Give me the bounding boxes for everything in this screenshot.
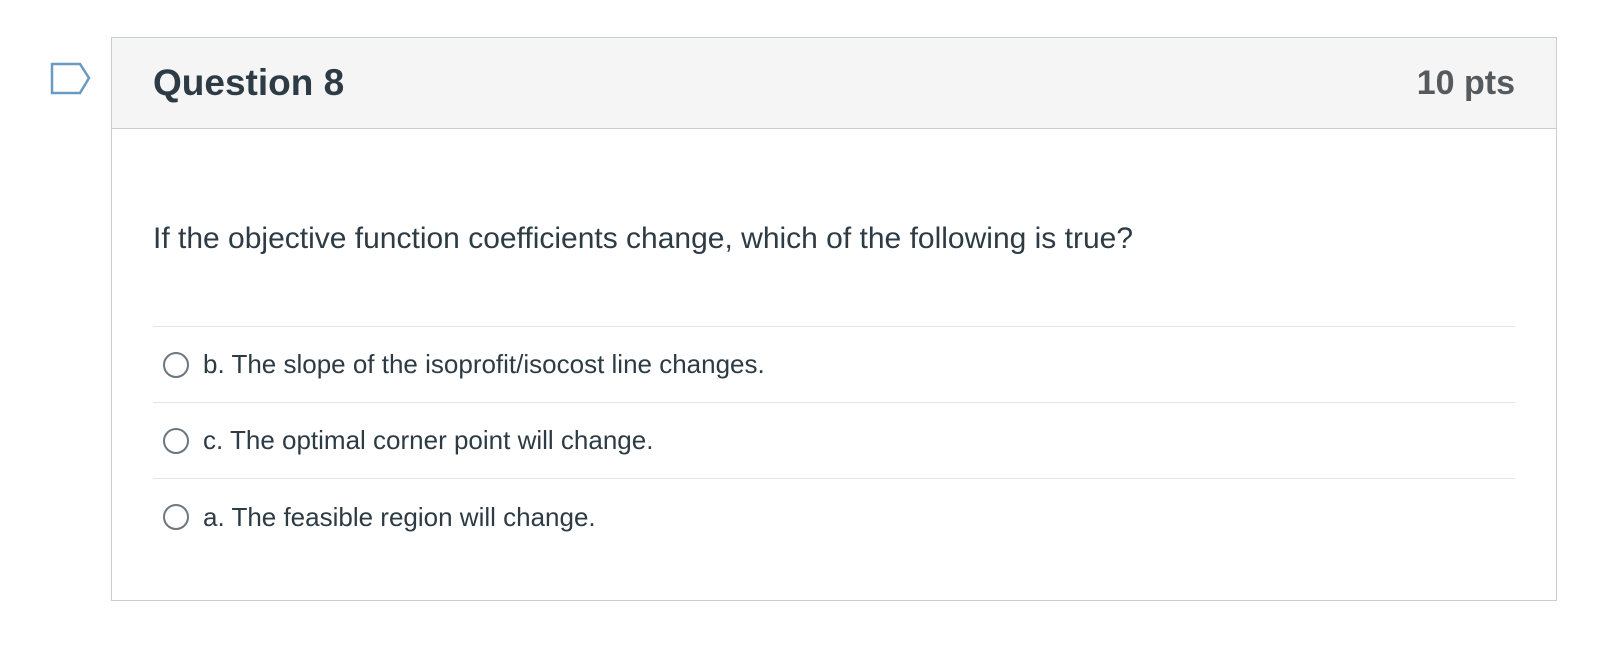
flag-question-icon[interactable]	[50, 62, 92, 96]
answer-label: a. The feasible region will change.	[203, 501, 596, 532]
answer-label: c. The optimal corner point will change.	[203, 425, 654, 455]
radio-button[interactable]	[163, 351, 189, 378]
radio-button[interactable]	[163, 427, 189, 454]
question-text: If the objective function coefficients c…	[153, 222, 1134, 255]
answer-option-a[interactable]: a. The feasible region will change.	[153, 479, 1515, 555]
quiz-page: Question 8 10 pts If the objective funct…	[0, 0, 1612, 646]
answer-label: b. The slope of the isoprofit/isocost li…	[203, 349, 765, 379]
question-title: Question 8	[153, 62, 345, 103]
answer-option-b[interactable]: b. The slope of the isoprofit/isocost li…	[153, 327, 1515, 403]
question-card: Question 8 10 pts If the objective funct…	[111, 37, 1557, 601]
radio-button[interactable]	[163, 504, 189, 530]
answer-option-c[interactable]: c. The optimal corner point will change.	[153, 403, 1515, 479]
question-body: If the objective function coefficients c…	[112, 217, 1556, 555]
answer-list: b. The slope of the isoprofit/isocost li…	[153, 326, 1515, 555]
question-points: 10 pts	[1416, 63, 1515, 102]
question-header: Question 8 10 pts	[112, 38, 1556, 129]
